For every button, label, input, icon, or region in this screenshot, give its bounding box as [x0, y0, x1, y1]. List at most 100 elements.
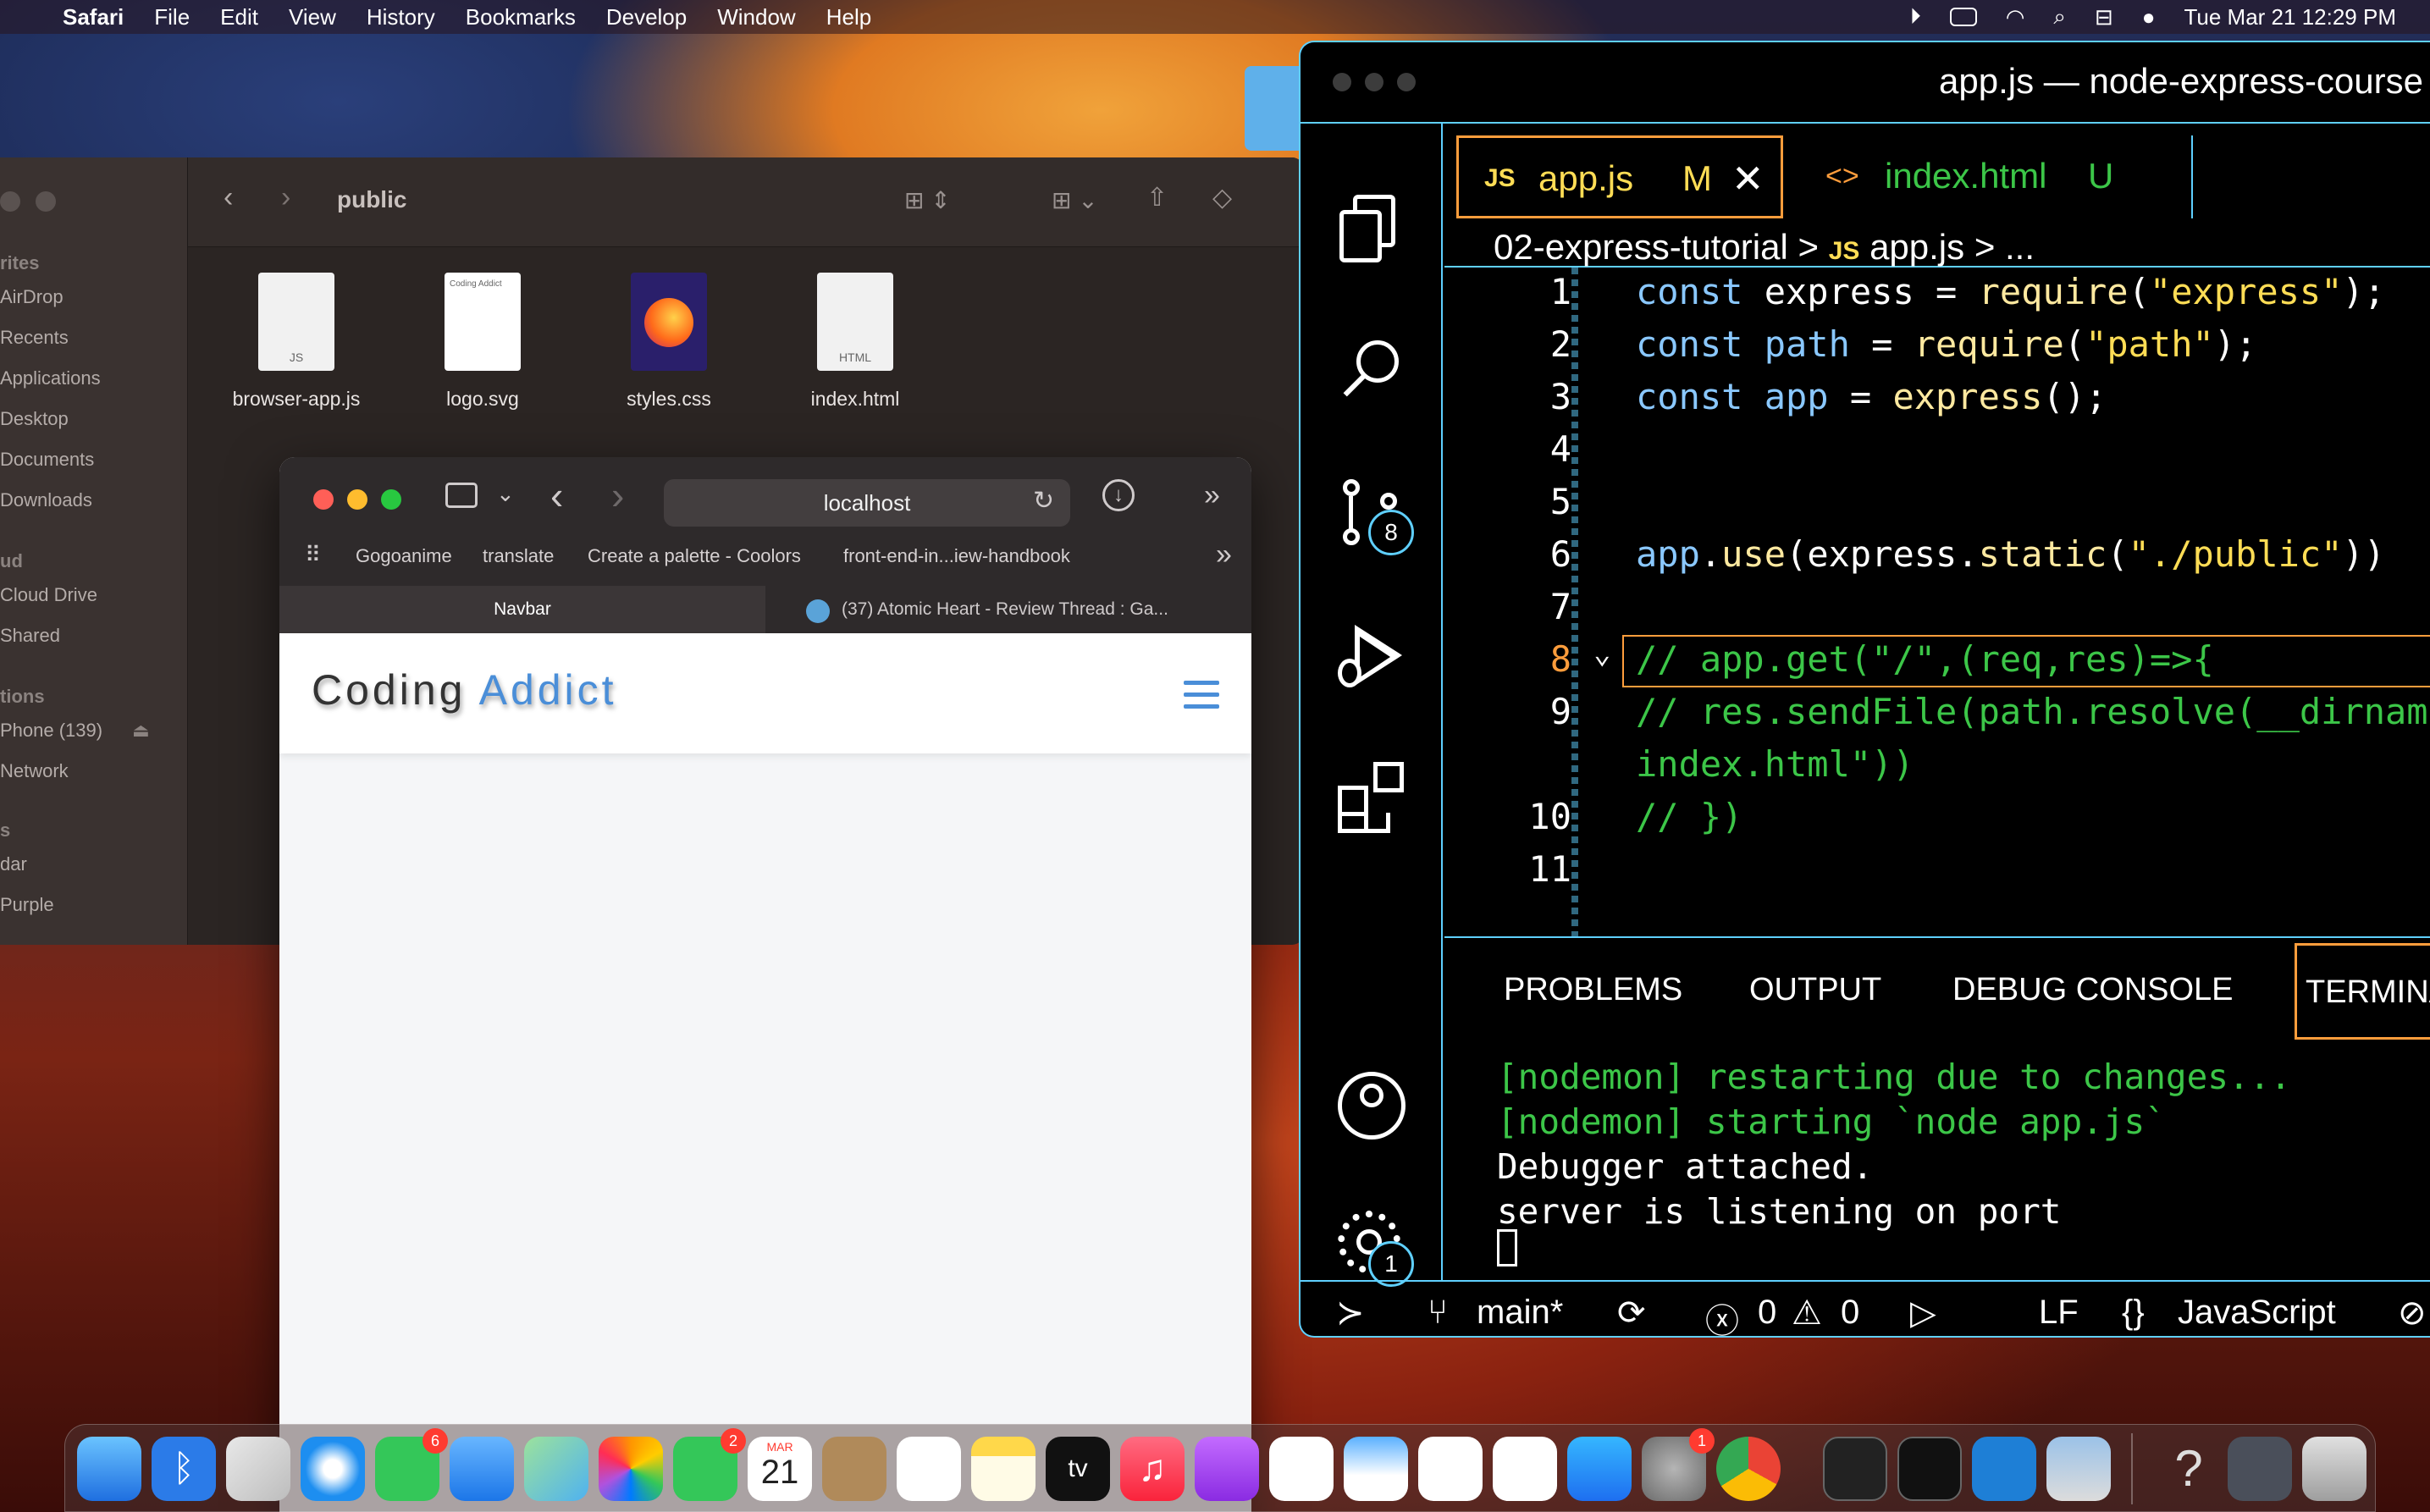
- panel-tab-terminal[interactable]: TERMINA: [2295, 943, 2430, 1040]
- menu-view[interactable]: View: [289, 4, 336, 30]
- sidebar-item-documents[interactable]: Documents: [0, 449, 94, 471]
- maps-app-icon[interactable]: [524, 1437, 588, 1501]
- overflow-chevron-icon[interactable]: »: [1204, 479, 1220, 512]
- menu-file[interactable]: File: [154, 4, 190, 30]
- sync-icon[interactable]: ⟳: [1617, 1294, 1646, 1333]
- code-line[interactable]: const express = require("express");: [1636, 271, 2385, 312]
- share-icon[interactable]: ⇧: [1146, 183, 1168, 212]
- vscode-app-icon[interactable]: [1972, 1437, 2036, 1501]
- close-tab-icon[interactable]: ✕: [1731, 138, 1765, 219]
- bookmarks-overflow-icon[interactable]: »: [1216, 538, 1232, 571]
- help-question-icon[interactable]: ?: [2157, 1437, 2221, 1501]
- window-close-button[interactable]: [313, 489, 334, 510]
- line-ending[interactable]: LF: [2039, 1294, 2079, 1332]
- code-line[interactable]: const path = require("path");: [1636, 323, 2256, 365]
- menu-app-name[interactable]: Safari: [63, 4, 124, 30]
- music-app-icon[interactable]: ♫: [1120, 1437, 1185, 1501]
- finder-app-icon[interactable]: [77, 1437, 141, 1501]
- file-browser-app-js[interactable]: JS browser-app.js: [203, 273, 389, 411]
- sidebar-item-desktop[interactable]: Desktop: [0, 408, 69, 430]
- panel-tab-problems[interactable]: PROBLEMS: [1504, 972, 1682, 1008]
- settings-gear-icon[interactable]: 1: [1334, 1207, 1414, 1287]
- sidebar-toggle-icon[interactable]: [445, 483, 478, 508]
- bluetooth-app-icon[interactable]: ᛒ: [152, 1437, 216, 1501]
- tab-app-js[interactable]: JS app.js M ✕: [1456, 135, 1783, 218]
- mail-app-icon[interactable]: [450, 1437, 514, 1501]
- podcasts-app-icon[interactable]: [1195, 1437, 1259, 1501]
- forward-chevron-icon[interactable]: ›: [611, 472, 624, 518]
- downloads-icon[interactable]: ↓: [1102, 479, 1135, 511]
- notes-app-icon[interactable]: [971, 1437, 1036, 1501]
- numbers-app-icon[interactable]: [1418, 1437, 1483, 1501]
- remote-indicator-icon[interactable]: ≻: [1336, 1294, 1365, 1333]
- window-zoom-button[interactable]: [1397, 73, 1416, 91]
- recent-window-icon[interactable]: [2228, 1437, 2292, 1501]
- menu-history[interactable]: History: [367, 4, 435, 30]
- battery-icon[interactable]: [1949, 8, 1977, 26]
- spotlight-search-icon[interactable]: ⌕: [2053, 3, 2066, 30]
- reload-icon[interactable]: ↻: [1033, 486, 1054, 516]
- bookmark-handbook[interactable]: front-end-in...iew-handbook: [843, 545, 1070, 567]
- window-minimize-button[interactable]: [1365, 73, 1383, 91]
- eject-icon[interactable]: ⏏: [132, 720, 150, 742]
- terminal-app-icon[interactable]: [1823, 1437, 1887, 1501]
- reminders-app-icon[interactable]: [897, 1437, 961, 1501]
- breadcrumb-folder[interactable]: 02-express-tutorial: [1494, 227, 1788, 267]
- app-store-icon[interactable]: [1567, 1437, 1632, 1501]
- code-editor[interactable]: ⌄ 1 const express = require("express"); 2 c…: [1444, 268, 2430, 936]
- photos-app-icon[interactable]: [599, 1437, 663, 1501]
- favorites-grid-icon[interactable]: ⠿: [305, 542, 321, 568]
- window-close-button[interactable]: [1333, 73, 1351, 91]
- chrome-app-icon[interactable]: [1716, 1437, 1781, 1501]
- wifi-icon[interactable]: ◠: [2006, 4, 2025, 30]
- file-index-html[interactable]: HTML index.html: [762, 273, 948, 411]
- warning-count[interactable]: 0: [1841, 1294, 1859, 1332]
- activity-monitor-app-icon[interactable]: [1897, 1437, 1962, 1501]
- window-minimize-button[interactable]: [347, 489, 367, 510]
- facetime-app-icon[interactable]: 2: [673, 1428, 746, 1501]
- menu-bookmarks[interactable]: Bookmarks: [466, 4, 576, 30]
- panel-tab-output[interactable]: OUTPUT: [1749, 972, 1881, 1008]
- language-mode[interactable]: JavaScript: [2178, 1294, 2336, 1332]
- menu-develop[interactable]: Develop: [606, 4, 687, 30]
- launchpad-app-icon[interactable]: [226, 1437, 290, 1501]
- window-zoom-button[interactable]: [36, 191, 56, 212]
- back-chevron-icon[interactable]: ‹: [224, 181, 233, 214]
- search-icon[interactable]: [1334, 335, 1407, 408]
- safari-app-icon[interactable]: [301, 1437, 365, 1501]
- sidebar-tag-purple[interactable]: Purple: [0, 894, 54, 916]
- fold-chevron-icon[interactable]: ⌄: [1593, 637, 1610, 670]
- bookmark-coolors[interactable]: Create a palette - Coolors: [588, 545, 801, 567]
- system-settings-app-icon[interactable]: 1: [1642, 1428, 1715, 1501]
- keynote-app-icon[interactable]: [1344, 1437, 1408, 1501]
- debug-icon[interactable]: ▷: [1910, 1294, 1936, 1333]
- tab-navbar[interactable]: Navbar: [279, 586, 765, 633]
- tab-group-chevron-icon[interactable]: ⌄: [496, 481, 515, 507]
- code-line[interactable]: const app = express();: [1636, 376, 2107, 417]
- menu-window[interactable]: Window: [717, 4, 795, 30]
- window-minimize-button[interactable]: [0, 191, 20, 212]
- pages-app-icon[interactable]: [1493, 1437, 1557, 1501]
- file-logo-svg[interactable]: Coding Addict logo.svg: [389, 273, 576, 411]
- page-logo[interactable]: Coding Addict: [312, 665, 617, 715]
- menu-edit[interactable]: Edit: [220, 4, 258, 30]
- address-bar[interactable]: localhost: [664, 479, 1070, 527]
- sidebar-item-airdrop[interactable]: AirDrop: [0, 286, 64, 308]
- screen-record-icon[interactable]: ⏵: [1910, 3, 1921, 30]
- window-zoom-button[interactable]: [381, 489, 401, 510]
- code-line[interactable]: // }): [1636, 796, 1742, 837]
- messages-app-icon[interactable]: 6: [375, 1428, 448, 1501]
- code-line[interactable]: // app.get("/",(req,res)=>{: [1636, 638, 2214, 680]
- tab-atomic-heart[interactable]: (37) Atomic Heart - Review Thread : Ga..…: [842, 586, 1231, 633]
- file-styles-css[interactable]: styles.css: [576, 273, 762, 411]
- contacts-app-icon[interactable]: [822, 1437, 886, 1501]
- tab-index-html[interactable]: <> index.html U: [1792, 135, 2193, 218]
- view-grid-icon[interactable]: ⊞ ⇕: [904, 186, 951, 214]
- forward-chevron-icon[interactable]: ›: [281, 181, 290, 214]
- breadcrumb-file[interactable]: app.js: [1869, 227, 1964, 267]
- code-line[interactable]: // res.sendFile(path.resolve(__dirname: [1636, 691, 2430, 732]
- source-control-icon[interactable]: 8: [1334, 476, 1414, 555]
- menu-clock[interactable]: Tue Mar 21 12:29 PM: [2184, 4, 2397, 30]
- extensions-icon[interactable]: [1334, 760, 1407, 833]
- sidebar-item-shared[interactable]: Shared: [0, 625, 60, 647]
